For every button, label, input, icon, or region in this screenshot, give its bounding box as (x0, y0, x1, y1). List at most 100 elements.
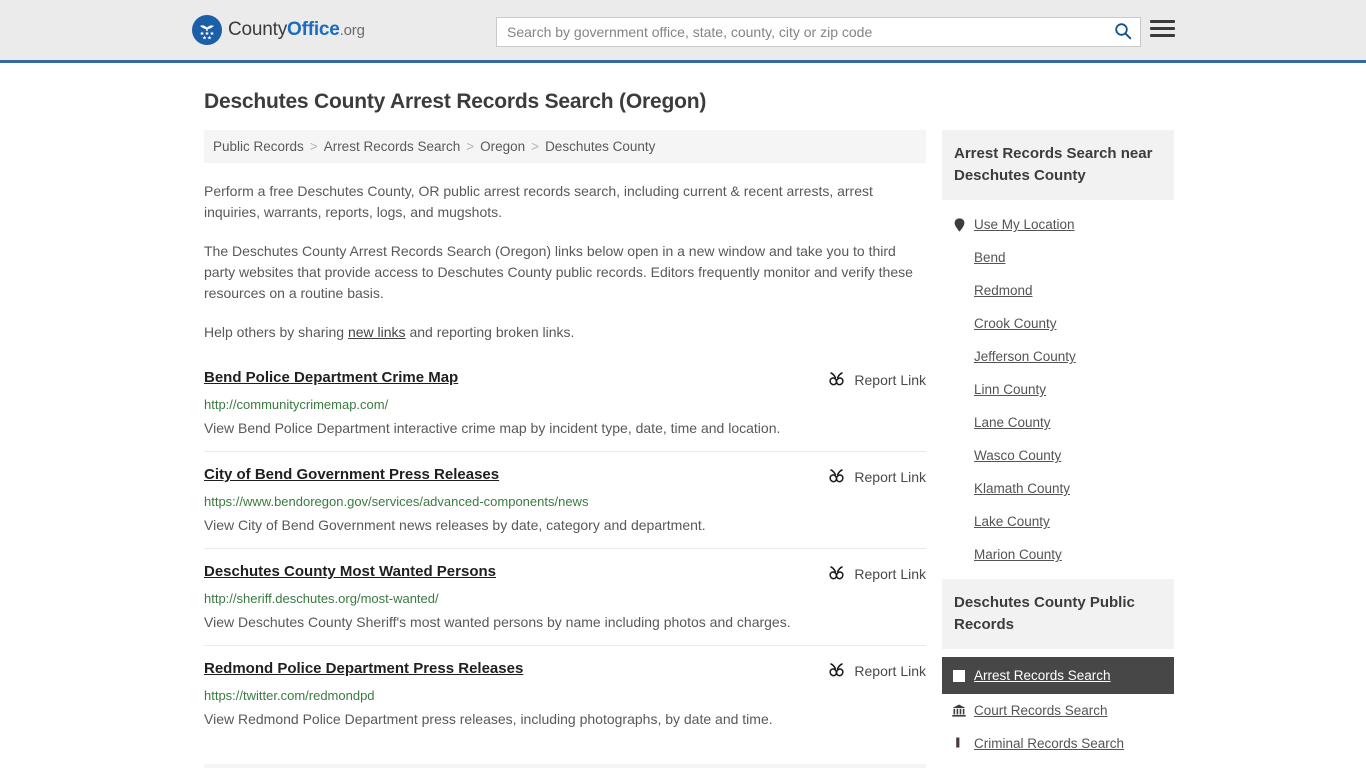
hamburger-bar (1150, 34, 1175, 37)
find-records-heading: Find Deschutes County Arrest Records (204, 764, 926, 768)
sidebar-nearby-item[interactable]: Klamath County (942, 472, 1174, 505)
sidebar-nearby-item[interactable]: Lake County (942, 505, 1174, 538)
hamburger-menu-icon[interactable] (1150, 20, 1175, 37)
sidebar-nearby-link[interactable]: Wasco County (974, 448, 1061, 463)
result-title-link[interactable]: City of Bend Government Press Releases (204, 466, 499, 483)
link-result-item: Bend Police Department Crime Map Report … (204, 369, 926, 452)
site-header: CountyOffice.org (0, 0, 1366, 63)
sidebar-nearby-item[interactable]: Crook County (942, 307, 1174, 340)
page-container: Deschutes County Arrest Records Search (… (0, 90, 1366, 768)
intro-text: Perform a free Deschutes County, OR publ… (204, 181, 926, 343)
sidebar-nearby-item[interactable]: Lane County (942, 406, 1174, 439)
link-result-item: Redmond Police Department Press Releases… (204, 660, 926, 742)
result-url: https://twitter.com/redmondpd (204, 688, 375, 703)
broken-link-icon (828, 467, 845, 487)
hamburger-bar (1150, 27, 1175, 30)
share-text-before: Help others by sharing (204, 324, 348, 340)
sidebar-nearby-item[interactable]: Redmond (942, 274, 1174, 307)
sidebar-record-item[interactable]: Court Records Search (942, 694, 1174, 727)
hamburger-bar (1150, 20, 1175, 23)
sidebar-nearby-item[interactable]: Wasco County (942, 439, 1174, 472)
intro-paragraph-3: Help others by sharing new links and rep… (204, 322, 926, 343)
new-links-link[interactable]: new links (348, 324, 406, 340)
broken-link-icon (828, 564, 845, 584)
map-pin-icon (952, 217, 966, 232)
result-url: https://www.bendoregon.gov/services/adva… (204, 494, 589, 509)
report-link-button[interactable]: Report Link (828, 563, 926, 584)
site-logo[interactable]: CountyOffice.org (192, 15, 365, 45)
result-title-link[interactable]: Redmond Police Department Press Releases (204, 660, 523, 677)
search-button[interactable] (1106, 18, 1140, 46)
sidebar-nearby-link[interactable]: Bend (974, 250, 1006, 265)
sidebar: Arrest Records Search near Deschutes Cou… (942, 130, 1174, 768)
content-columns: Public Records > Arrest Records Search > Ore… (204, 130, 1174, 768)
sidebar-nearby-link[interactable]: Crook County (974, 316, 1057, 331)
sidebar-record-item[interactable]: Arrest Records Search (942, 657, 1174, 694)
intro-paragraph-2: The Deschutes County Arrest Records Sear… (204, 243, 913, 301)
broken-link-icon (828, 370, 845, 390)
sidebar-nearby-link[interactable]: Linn County (974, 382, 1046, 397)
sidebar-nearby-link[interactable]: Redmond (974, 283, 1033, 298)
result-header: City of Bend Government Press Releases R… (204, 466, 926, 487)
sidebar-record-link[interactable]: Arrest Records Search (974, 668, 1111, 683)
public-records-list: Arrest Records Search Court Records Sear… (942, 649, 1174, 760)
report-link-button[interactable]: Report Link (828, 660, 926, 681)
result-description: View Bend Police Department interactive … (204, 420, 781, 436)
public-records-box: Deschutes County Public Records Arrest R… (942, 579, 1174, 760)
sidebar-nearby-link[interactable]: Klamath County (974, 481, 1070, 496)
intro-paragraph-1: Perform a free Deschutes County, OR publ… (204, 183, 873, 220)
result-description: View City of Bend Government news releas… (204, 517, 706, 533)
sidebar-nearby-item[interactable]: Bend (942, 241, 1174, 274)
result-header: Redmond Police Department Press Releases… (204, 660, 926, 681)
link-results-list: Bend Police Department Crime Map Report … (204, 369, 926, 742)
result-description: View Redmond Police Department press rel… (204, 711, 773, 727)
share-text-after: and reporting broken links. (405, 324, 575, 340)
breadcrumb-item[interactable]: Public Records (213, 139, 304, 154)
result-url: http://communitycrimemap.com/ (204, 397, 389, 412)
result-title-link[interactable]: Deschutes County Most Wanted Persons (204, 563, 496, 580)
page-title: Deschutes County Arrest Records Search (… (204, 90, 707, 113)
sidebar-record-link[interactable]: Court Records Search (974, 703, 1108, 718)
breadcrumb-item[interactable]: Arrest Records Search (324, 139, 461, 154)
sidebar-nearby-item[interactable]: Linn County (942, 373, 1174, 406)
breadcrumb-separator: > (531, 139, 540, 154)
search-bar[interactable] (496, 17, 1141, 47)
logo-wordmark: CountyOffice.org (228, 19, 365, 41)
search-input[interactable] (497, 18, 1106, 46)
breadcrumb: Public Records > Arrest Records Search > Ore… (204, 130, 926, 163)
sidebar-nearby-link[interactable]: Lane County (974, 415, 1051, 430)
breadcrumb-item[interactable]: Oregon (480, 139, 525, 154)
sidebar-record-item[interactable]: Criminal Records Search (942, 727, 1174, 760)
sidebar-nearby-item[interactable]: Marion County (942, 538, 1174, 571)
sidebar-nearby-item[interactable]: Jefferson County (942, 340, 1174, 373)
sidebar-nearby-link[interactable]: Marion County (974, 547, 1062, 562)
result-header: Deschutes County Most Wanted Persons Rep… (204, 563, 926, 584)
link-result-item: City of Bend Government Press Releases R… (204, 466, 926, 549)
result-url: http://sheriff.deschutes.org/most-wanted… (204, 591, 439, 606)
nearby-search-heading: Arrest Records Search near Deschutes Cou… (942, 130, 1174, 200)
courthouse-icon (952, 704, 966, 717)
breadcrumb-item[interactable]: Deschutes County (545, 139, 655, 154)
sidebar-nearby-link[interactable]: Jefferson County (974, 349, 1076, 364)
report-link-label: Report Link (854, 663, 926, 679)
result-description: View Deschutes County Sheriff's most wan… (204, 614, 791, 630)
sidebar-nearby-link[interactable]: Use My Location (974, 217, 1075, 232)
report-link-button[interactable]: Report Link (828, 466, 926, 487)
sidebar-nearby-link[interactable]: Lake County (974, 514, 1050, 529)
logo-text-office: Office (287, 19, 340, 40)
logo-text-org: .org (339, 22, 365, 39)
sidebar-nearby-item[interactable]: Use My Location (942, 208, 1174, 241)
result-title-link[interactable]: Bend Police Department Crime Map (204, 369, 458, 386)
breadcrumb-separator: > (466, 139, 475, 154)
breadcrumb-separator: > (309, 139, 318, 154)
report-link-label: Report Link (854, 372, 926, 388)
nearby-search-box: Arrest Records Search near Deschutes Cou… (942, 130, 1174, 571)
nearby-search-list: Use My Location Bend Redmond Crook County Je… (942, 200, 1174, 571)
report-link-button[interactable]: Report Link (828, 369, 926, 390)
report-link-label: Report Link (854, 566, 926, 582)
sidebar-record-link[interactable]: Criminal Records Search (974, 736, 1124, 751)
document-bar-icon (952, 737, 966, 750)
main-column: Public Records > Arrest Records Search > Ore… (204, 130, 926, 768)
result-header: Bend Police Department Crime Map Report … (204, 369, 926, 390)
report-link-label: Report Link (854, 469, 926, 485)
